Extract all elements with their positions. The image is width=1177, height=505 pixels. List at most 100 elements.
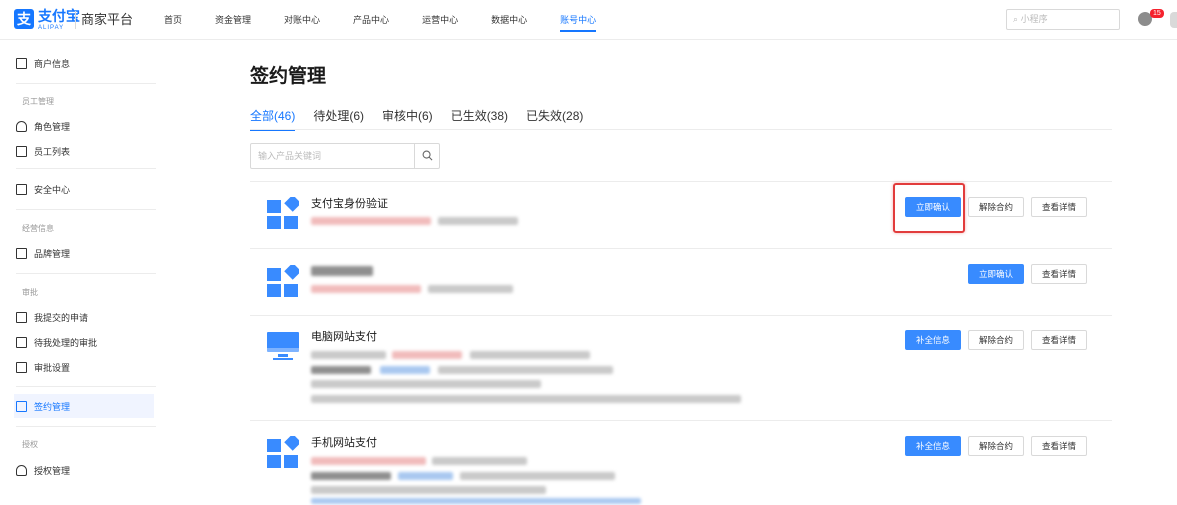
header-search-input[interactable]: ⌕ 小程序	[1006, 9, 1120, 30]
nav-operations[interactable]: 运营中心	[408, 0, 472, 40]
complete-info-button[interactable]: 补全信息	[905, 436, 961, 456]
redacted-text	[311, 351, 386, 359]
nav-funds[interactable]: 资金管理	[201, 0, 265, 40]
redacted-text	[311, 285, 421, 293]
list-divider	[250, 315, 1112, 316]
tab-pending[interactable]: 待处理(6)	[313, 106, 364, 128]
person-icon	[16, 464, 27, 476]
sidebar-divider	[16, 209, 156, 210]
list-divider	[250, 181, 1112, 182]
redacted-text	[392, 351, 462, 359]
apps-icon	[267, 436, 299, 468]
page-title: 签约管理	[250, 66, 327, 87]
sidebar-item-label: 品牌管理	[34, 248, 71, 259]
alipay-logo-icon[interactable]: 支	[14, 9, 34, 29]
confirm-button[interactable]: 立即确认	[968, 264, 1024, 284]
redacted-text	[460, 472, 615, 480]
sidebar-item-label: 角色管理	[34, 121, 71, 132]
nav-products[interactable]: 产品中心	[339, 0, 403, 40]
apps-icon	[267, 197, 299, 229]
logo-divider	[75, 11, 76, 29]
sidebar-item-contract[interactable]: 签约管理	[14, 394, 154, 418]
highlight-annotation	[893, 183, 965, 233]
sidebar-divider	[16, 83, 156, 84]
product-name: 电脑网站支付	[311, 331, 377, 343]
avatar[interactable]	[1170, 12, 1177, 28]
sidebar-item-merchant-info[interactable]: 商户信息	[16, 51, 156, 75]
view-details-button[interactable]: 查看详情	[1031, 330, 1087, 350]
tab-expired[interactable]: 已失效(28)	[526, 106, 583, 128]
sidebar-item-label: 待我处理的审批	[34, 337, 98, 348]
nav-data[interactable]: 数据中心	[477, 0, 541, 40]
sidebar-item-pending-approval[interactable]: 待我处理的审批	[16, 330, 156, 354]
redacted-text	[311, 395, 741, 403]
view-details-button[interactable]: 查看详情	[1031, 197, 1087, 217]
tab-active[interactable]: 已生效(38)	[451, 106, 508, 128]
sidebar: 商户信息 员工管理 角色管理 员工列表 安全中心 经营信息 品牌管理 审批 我提…	[0, 41, 156, 505]
inbox-icon	[16, 311, 27, 323]
sidebar-group-auth: 授权	[22, 440, 38, 449]
redacted-text	[380, 366, 430, 374]
apps-icon	[267, 265, 299, 297]
view-details-button[interactable]: 查看详情	[1031, 264, 1087, 284]
sidebar-item-label: 授权管理	[34, 465, 71, 476]
terminate-contract-button[interactable]: 解除合约	[968, 436, 1024, 456]
list-icon	[16, 145, 27, 157]
id-card-icon	[16, 57, 27, 69]
search-icon	[422, 150, 433, 161]
sidebar-item-brand[interactable]: 品牌管理	[16, 241, 156, 265]
sidebar-item-security[interactable]: 安全中心	[16, 177, 156, 201]
sidebar-item-label: 员工列表	[34, 146, 71, 157]
redacted-text	[311, 498, 641, 504]
sidebar-divider	[16, 168, 156, 169]
document-icon	[16, 247, 27, 259]
redacted-text	[470, 351, 590, 359]
nav-home[interactable]: 首页	[150, 0, 196, 40]
logo-subtext: ALIPAY	[38, 25, 65, 31]
shield-icon	[16, 183, 27, 195]
terminate-contract-button[interactable]: 解除合约	[968, 330, 1024, 350]
sidebar-item-auth-manage[interactable]: 授权管理	[16, 458, 156, 482]
redacted-text	[311, 380, 541, 388]
search-button[interactable]	[414, 144, 439, 168]
product-name: 手机网站支付	[311, 437, 377, 449]
sidebar-group-approval: 审批	[22, 288, 38, 297]
redacted-text	[438, 217, 518, 225]
complete-info-button[interactable]: 补全信息	[905, 330, 961, 350]
redacted-text	[432, 457, 527, 465]
redacted-product-name	[311, 266, 373, 276]
redacted-text	[428, 285, 513, 293]
sidebar-group-staff: 员工管理	[22, 97, 54, 106]
sidebar-item-label: 安全中心	[34, 184, 71, 195]
tab-reviewing[interactable]: 审核中(6)	[382, 106, 433, 128]
terminate-contract-button[interactable]: 解除合约	[968, 197, 1024, 217]
settings-card-icon	[16, 361, 27, 373]
sidebar-item-role[interactable]: 角色管理	[16, 114, 156, 138]
redacted-text	[311, 457, 426, 465]
view-details-button[interactable]: 查看详情	[1031, 436, 1087, 456]
sidebar-divider	[16, 273, 156, 274]
header-search-placeholder: 小程序	[1020, 14, 1048, 24]
tab-all[interactable]: 全部(46)	[250, 106, 296, 131]
sidebar-item-label: 商户信息	[34, 58, 71, 69]
product-search-input[interactable]	[251, 144, 414, 168]
tray-icon	[16, 336, 27, 348]
logo-text: 支付宝	[38, 8, 80, 24]
nav-reconciliation[interactable]: 对账中心	[270, 0, 334, 40]
sidebar-item-label: 我提交的申请	[34, 312, 89, 323]
sidebar-item-approval-settings[interactable]: 审批设置	[16, 355, 156, 379]
redacted-text	[438, 366, 613, 374]
sidebar-divider	[16, 426, 156, 427]
nav-account[interactable]: 账号中心	[546, 0, 610, 40]
redacted-text	[398, 472, 453, 480]
sidebar-item-label: 审批设置	[34, 362, 71, 373]
main-nav: 首页 资金管理 对账中心 产品中心 运营中心 数据中心 账号中心	[150, 0, 615, 40]
contract-icon	[16, 400, 27, 412]
redacted-text	[311, 217, 431, 225]
sidebar-item-staff-list[interactable]: 员工列表	[16, 139, 156, 163]
status-tabs: 全部(46) 待处理(6) 审核中(6) 已生效(38) 已失效(28)	[250, 106, 601, 131]
sidebar-item-label: 签约管理	[34, 401, 71, 412]
top-header: 支 支付宝 ALIPAY 商家平台 首页 资金管理 对账中心 产品中心 运营中心…	[0, 0, 1177, 40]
sidebar-item-my-requests[interactable]: 我提交的申请	[16, 305, 156, 329]
monitor-icon	[267, 332, 299, 360]
